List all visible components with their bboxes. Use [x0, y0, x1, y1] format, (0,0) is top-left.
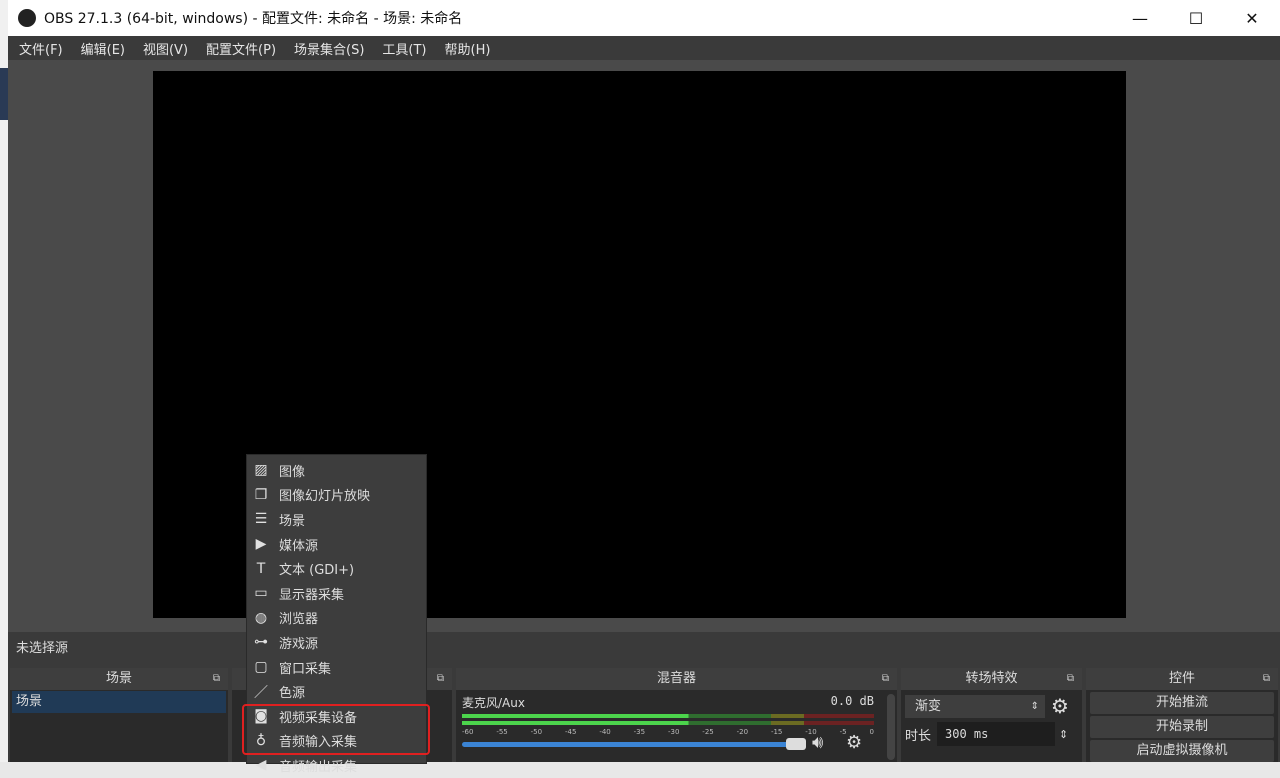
slideshow-icon: ❐	[254, 486, 268, 503]
scenes-dock: 场景 ⧉ 场景	[10, 668, 228, 762]
mixer-title: 混音器	[656, 671, 696, 686]
volume-slider[interactable]	[462, 742, 802, 747]
menu-view[interactable]: 视图(V)	[134, 39, 197, 58]
monitor-icon: ▭	[254, 585, 268, 602]
duration-stepper[interactable]: ⇕	[1059, 728, 1068, 741]
meter-tick: 0	[869, 728, 874, 736]
window-title: OBS 27.1.3 (64-bit, windows) - 配置文件: 未命名…	[44, 11, 463, 27]
menu-item-gamepad[interactable]: ⊶ 游戏源	[247, 630, 426, 655]
close-button[interactable]: ✕	[1224, 9, 1280, 28]
menu-item-globe[interactable]: ◍ 浏览器	[247, 606, 426, 631]
transition-gear-icon[interactable]: ⚙	[1051, 694, 1069, 718]
spinner-icon: ⇕	[1030, 700, 1039, 712]
list-icon: ☰	[254, 511, 268, 528]
duration-input[interactable]: 300 ms	[937, 722, 1056, 746]
scrollbar[interactable]	[887, 694, 895, 760]
menu-item-label: 窗口采集	[279, 661, 332, 677]
start-recording-button[interactable]: 开始录制	[1090, 716, 1274, 738]
duration-label: 时长	[905, 728, 932, 744]
transition-select[interactable]: 渐变 ⇕	[905, 694, 1045, 718]
menu-item-label: 图像	[279, 464, 306, 480]
background-app	[0, 0, 8, 762]
meter-tick: -60	[462, 728, 474, 736]
menu-bar: 文件(F) 编辑(E) 视图(V) 配置文件(P) 场景集合(S) 工具(T) …	[8, 36, 1280, 60]
volume-slider-handle[interactable]	[786, 738, 806, 750]
menu-item-text[interactable]: T 文本 (GDI+)	[247, 556, 426, 581]
menu-item-play[interactable]: ▶ 媒体源	[247, 532, 426, 557]
undock-icon[interactable]: ⧉	[437, 668, 444, 690]
menu-profile[interactable]: 配置文件(P)	[197, 39, 285, 58]
gear-icon[interactable]: ⚙	[846, 732, 862, 753]
undock-icon[interactable]: ⧉	[213, 668, 220, 690]
menu-item-list[interactable]: ☰ 场景	[247, 507, 426, 532]
channel-name: 麦克风/Aux	[462, 696, 525, 710]
menu-file[interactable]: 文件(F)	[10, 39, 72, 58]
menu-edit[interactable]: 编辑(E)	[72, 39, 134, 58]
meter-tick: -50	[530, 728, 543, 736]
meter-tick: -20	[736, 728, 749, 736]
menu-item-image[interactable]: ▨ 图像	[247, 458, 426, 483]
highlight-box	[242, 704, 430, 755]
menu-item-label: 色源	[279, 686, 306, 702]
play-icon: ▶	[255, 536, 267, 553]
speaker-icon: ◀	[255, 757, 267, 774]
meter-tick: -25	[702, 728, 714, 736]
channel-level: 0.0 dB	[830, 694, 874, 708]
speaker-icon[interactable]: 🔊︎	[812, 732, 823, 753]
meter-tick: -35	[633, 728, 646, 736]
menu-item-label: 显示器采集	[279, 587, 345, 603]
menu-item-label: 浏览器	[279, 612, 319, 628]
mixer-dock: 混音器 ⧉ 麦克风/Aux 0.0 dB -60 -55 -50 -45 -40 -35 -3…	[456, 668, 897, 762]
menu-item-window[interactable]: ▢ 窗口采集	[247, 655, 426, 680]
scene-item[interactable]: 场景	[12, 691, 226, 713]
menu-item-slideshow[interactable]: ❐ 图像幻灯片放映	[247, 483, 426, 508]
image-icon: ▨	[254, 462, 268, 479]
menu-item-monitor[interactable]: ▭ 显示器采集	[247, 581, 426, 606]
maximize-button[interactable]: ☐	[1168, 9, 1224, 28]
menu-tools[interactable]: 工具(T)	[373, 39, 435, 58]
preview-area	[8, 60, 1280, 632]
transitions-dock: 转场特效 ⧉ 渐变 ⇕ ⚙ 时长 300 ms ⇕	[901, 668, 1082, 762]
window-icon: ▢	[254, 659, 268, 676]
source-status: 未选择源	[8, 632, 1280, 660]
controls-dock: 控件 ⧉ 开始推流 开始录制 启动虚拟摄像机	[1086, 668, 1278, 762]
menu-item-label: 文本 (GDI+)	[279, 563, 355, 579]
meter-tick: -40	[599, 728, 611, 736]
meter-tick: -30	[667, 728, 680, 736]
undock-icon[interactable]: ⧉	[1263, 668, 1270, 690]
meter-tick: -55	[496, 728, 508, 736]
volume-meter	[462, 721, 874, 725]
menu-item-label: 游戏源	[279, 636, 319, 652]
controls-title: 控件	[1168, 671, 1195, 686]
text-icon: T	[256, 560, 266, 577]
transitions-title: 转场特效	[965, 671, 1018, 686]
menu-item-label: 媒体源	[279, 538, 319, 554]
menu-item-brush[interactable]: ／ 色源	[247, 679, 426, 704]
menu-item-label: 音频输出采集	[279, 759, 358, 775]
undock-icon[interactable]: ⧉	[882, 668, 889, 690]
menu-help[interactable]: 帮助(H)	[436, 39, 500, 58]
menu-item-label: 场景	[279, 513, 306, 529]
meter-tick: -45	[564, 728, 577, 736]
start-virtual-camera-button[interactable]: 启动虚拟摄像机	[1090, 740, 1274, 762]
title-bar: OBS 27.1.3 (64-bit, windows) - 配置文件: 未命名…	[8, 0, 1280, 36]
globe-icon: ◍	[254, 609, 268, 626]
menu-item-speaker[interactable]: ◀ 音频输出采集	[247, 753, 426, 778]
transition-select-value: 渐变	[915, 698, 942, 714]
obs-window: OBS 27.1.3 (64-bit, windows) - 配置文件: 未命名…	[8, 0, 1280, 762]
minimize-button[interactable]: —	[1112, 9, 1168, 28]
menu-item-label: 图像幻灯片放映	[279, 489, 371, 505]
menu-scene-collection[interactable]: 场景集合(S)	[285, 39, 373, 58]
meter-tick: -15	[770, 728, 783, 736]
obs-logo-icon	[18, 9, 36, 27]
undock-icon[interactable]: ⧉	[1067, 668, 1074, 690]
start-streaming-button[interactable]: 开始推流	[1090, 692, 1274, 714]
brush-icon: ／	[254, 684, 268, 701]
volume-meter	[462, 714, 874, 718]
gamepad-icon: ⊶	[254, 634, 268, 651]
scenes-title: 场景	[105, 671, 132, 686]
